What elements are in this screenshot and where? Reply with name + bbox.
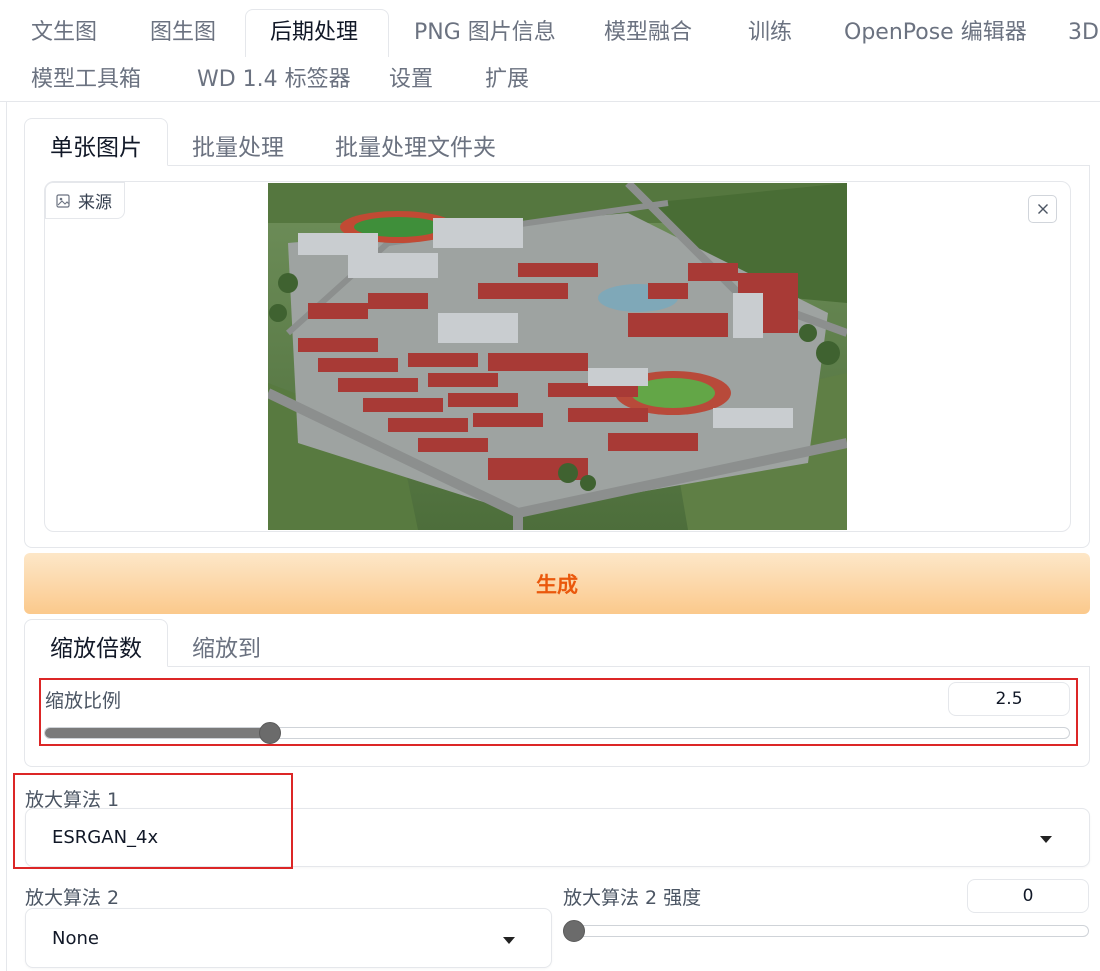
clear-image-button[interactable] (1028, 195, 1057, 223)
image-icon (56, 193, 70, 208)
upscaler2-strength-label: 放大算法 2 强度 (563, 887, 702, 909)
tab-scale-by[interactable]: 缩放倍数 (50, 629, 142, 663)
tab-openpose-editor[interactable]: OpenPose 编辑器 (844, 18, 1027, 48)
tab-train[interactable]: 训练 (748, 18, 792, 48)
upscaler2-value: None (52, 927, 99, 949)
tab-checkpoint-merger[interactable]: 模型融合 (604, 18, 692, 48)
extras-mode-tabs: 单张图片 批量处理 批量处理文件夹 (24, 118, 1090, 166)
source-label: 来源 (45, 182, 125, 219)
upscaler2-strength-slider-thumb[interactable] (563, 920, 585, 942)
resize-mode-tabs: 缩放倍数 缩放到 (24, 619, 1090, 667)
tab-extras[interactable]: 后期处理 (270, 18, 358, 48)
close-icon (1037, 204, 1048, 214)
upscaler2-dropdown[interactable]: None (25, 908, 552, 968)
tab-png-info[interactable]: PNG 图片信息 (414, 18, 556, 48)
source-label-text: 来源 (78, 193, 112, 213)
tab-img2img[interactable]: 图生图 (150, 18, 216, 48)
tab-wd14-tagger[interactable]: WD 1.4 标签器 (197, 65, 351, 95)
tab-txt2img[interactable]: 文生图 (31, 18, 97, 48)
tab-scale-to[interactable]: 缩放到 (192, 629, 261, 663)
upscaler2-strength-slider-track[interactable] (563, 925, 1089, 937)
upscaler2-label: 放大算法 2 (25, 887, 120, 909)
chevron-down-icon (1040, 836, 1052, 843)
tab-settings[interactable]: 设置 (389, 65, 433, 95)
uploaded-image (268, 183, 847, 530)
highlight-box-upscaler1 (13, 773, 293, 869)
upscaler2-strength-input[interactable]: 0 (967, 879, 1089, 913)
chevron-down-icon (503, 937, 515, 944)
tab-batch-process[interactable]: 批量处理 (192, 128, 284, 162)
highlight-box-scale-ratio (39, 678, 1078, 746)
top-tab-bar: 文生图 图生图 后期处理 PNG 图片信息 模型融合 训练 OpenPose 编… (0, 0, 1100, 102)
tab-3d[interactable]: 3D (1068, 18, 1099, 48)
generate-button[interactable]: 生成 (24, 553, 1090, 614)
tab-model-toolkit[interactable]: 模型工具箱 (31, 65, 141, 95)
tab-batch-from-directory[interactable]: 批量处理文件夹 (335, 128, 496, 162)
tab-single-image[interactable]: 单张图片 (50, 128, 142, 162)
tab-extensions[interactable]: 扩展 (485, 65, 529, 95)
